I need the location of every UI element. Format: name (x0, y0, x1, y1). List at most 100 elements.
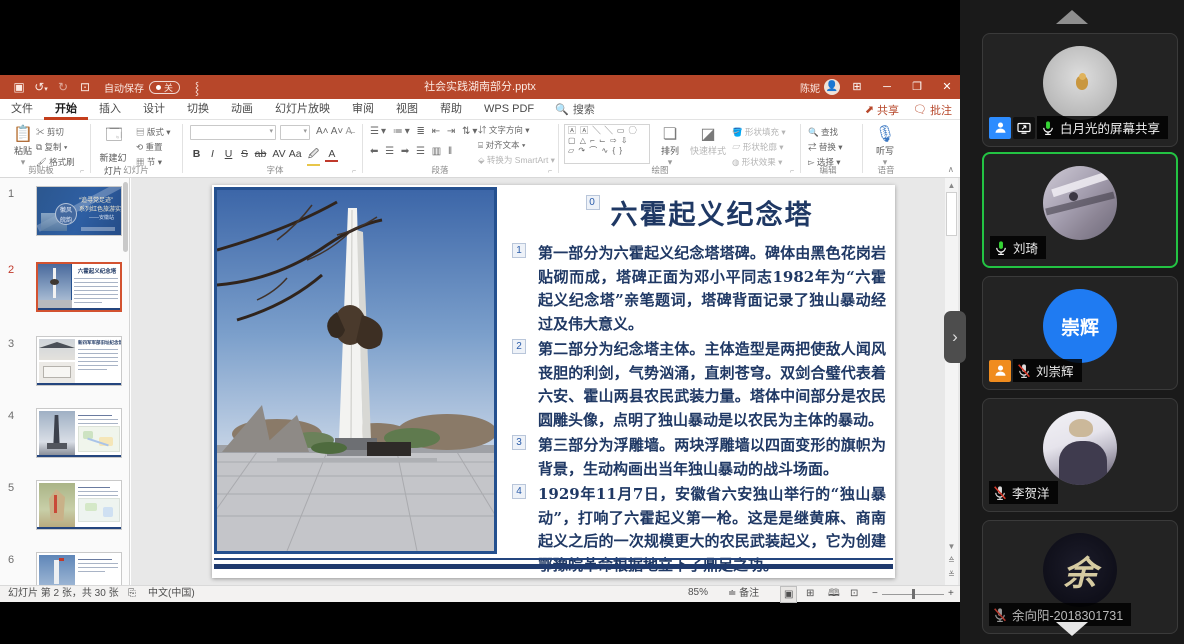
paragraph-dialog-launcher[interactable]: ⌐ (548, 168, 552, 175)
tab-transitions[interactable]: 切换 (176, 99, 220, 120)
share-icon: ⬈ (865, 103, 874, 116)
slide-counter: 幻灯片 第 2 张，共 30 张 (8, 586, 119, 603)
mic-muted-icon (1016, 363, 1032, 379)
scroll-down-icon[interactable]: ▼ (945, 542, 958, 551)
align-text-button[interactable]: ⌸ 对齐文本 ▾ (478, 139, 525, 151)
paste-button[interactable]: 📋 粘贴▾ (8, 124, 38, 168)
next-slide-icon[interactable]: ≚ (945, 570, 958, 579)
ribbon-tab-row: 文件 开始 插入 设计 切换 动画 幻灯片放映 审阅 视图 帮助 WPS PDF… (0, 99, 960, 120)
thumbnail-scrollbar[interactable] (123, 182, 128, 252)
dictate-button[interactable]: 🎙 听写▾ (870, 124, 900, 168)
zoom-out-icon[interactable]: − (872, 586, 878, 603)
slide-sorter-icon[interactable]: ⊞ (806, 586, 814, 603)
tab-animations[interactable]: 动画 (220, 99, 264, 120)
language-indicator[interactable]: 中文(中国) (148, 586, 195, 603)
reading-view-icon[interactable]: 🕮 (828, 586, 840, 603)
slideshow-view-icon[interactable]: ⊡ (850, 586, 858, 603)
sidebar-expand-chevron[interactable]: › (944, 311, 966, 363)
scroll-down-arrow-icon[interactable] (1056, 622, 1088, 636)
member-badge-icon (989, 360, 1011, 382)
participant-tile-screenshare[interactable]: 白月光的屏幕共享 (982, 33, 1178, 147)
find-button[interactable]: 🔍 查找 (808, 126, 838, 138)
thumbnail-slide-6[interactable] (36, 552, 122, 585)
participant-name: 李贺洋 (1012, 483, 1050, 502)
thumb1-circle: 徽风皖韵 (55, 203, 77, 225)
ribbon-display-icon[interactable]: ⊞ (844, 75, 870, 99)
close-icon[interactable]: ✕ (934, 75, 960, 99)
participant-tile-liuqi[interactable]: 刘琦 (982, 152, 1178, 268)
comments-button[interactable]: 🗨批注 (913, 102, 952, 118)
tab-wps-pdf[interactable]: WPS PDF (473, 99, 545, 120)
font-name-combo[interactable] (190, 125, 276, 140)
tab-help[interactable]: 帮助 (429, 99, 473, 120)
account-name[interactable]: 陈妮 (800, 80, 820, 95)
shape-fill-button[interactable]: 🪣 形状填充 ▾ (732, 126, 786, 138)
replace-button[interactable]: ⇄ 替换 ▾ (808, 141, 843, 153)
monument-photo-frame[interactable] (214, 187, 497, 554)
zoom-percent[interactable]: 85% (688, 585, 708, 602)
copy-button[interactable]: ⧉ 复制 ▾ (36, 141, 67, 153)
thumbnail-slide-5[interactable] (36, 480, 122, 530)
participant-tile-lheyang[interactable]: 李贺洋 (982, 398, 1178, 512)
notes-button[interactable]: ≐ 备注 (728, 586, 759, 603)
font-dialog-launcher[interactable]: ⌐ (352, 168, 356, 175)
thumbnail-slide-2-selected[interactable]: 六霍起义纪念塔 (36, 262, 122, 312)
animation-badge-2[interactable]: 2 (512, 339, 526, 354)
animation-badge-1[interactable]: 1 (512, 243, 526, 258)
maximize-icon[interactable]: ❐ (904, 75, 930, 99)
clipboard-dialog-launcher[interactable]: ⌐ (80, 168, 84, 175)
tab-design[interactable]: 设计 (132, 99, 176, 120)
slide-canvas[interactable]: 0 六霍起义纪念塔 1 第一部分为六霍起义纪念塔塔碑。碑体由黑色花岗岩贴砌而成，… (212, 185, 895, 578)
font-style-buttons[interactable]: BIUSab AVAa 🖉 A (190, 146, 341, 166)
animation-badge-4[interactable]: 4 (512, 484, 526, 499)
previous-slide-icon[interactable]: ≙ (945, 556, 958, 565)
thumbnail-slide-1[interactable]: 徽风皖韵 “追寻党足迹” 系列红色旅游实践 ——安徽站 (36, 186, 122, 236)
shape-outline-button[interactable]: ▱ 形状轮廓 ▾ (732, 141, 784, 153)
cut-button[interactable]: ✂ 剪切 (36, 126, 64, 138)
quick-styles-button[interactable]: ◪ 快速样式 (688, 124, 728, 157)
editor-vertical-scrollbar[interactable]: ▲ ▼ ≙ ≚ (945, 178, 958, 585)
alignment-buttons[interactable]: ⬅ ☰ ➡ ☰ ▥ ‖ (370, 146, 454, 157)
zoom-slider-thumb[interactable] (912, 589, 915, 599)
participant-name: 刘琦 (1013, 238, 1038, 257)
minimize-icon[interactable]: ─ (874, 75, 900, 99)
font-size-combo[interactable] (280, 125, 310, 140)
scrollbar-thumb[interactable] (946, 192, 957, 236)
scroll-up-arrow-icon[interactable] (1056, 10, 1088, 24)
tab-file[interactable]: 文件 (0, 99, 44, 120)
tab-review[interactable]: 审阅 (341, 99, 385, 120)
thumb2-photo (38, 264, 72, 310)
animation-badge-0[interactable]: 0 (586, 195, 600, 210)
slide-text-block[interactable]: 0 六霍起义纪念塔 1 第一部分为六霍起义纪念塔塔碑。碑体由黑色花岗岩贴砌而成，… (538, 193, 886, 579)
thumbnail-slide-3[interactable]: 新四军军部旧址纪念馆 (36, 336, 122, 386)
shape-effects-button[interactable]: ◍ 形状效果 ▾ (732, 156, 782, 168)
shapes-gallery[interactable]: 🄰 🄰 ╲ ╲ ▭ ◯ ▢ △ ⌐ ⌙ ⇨ ⇩ ▱ ↷ ⌒ ∿ { } (564, 124, 650, 164)
smartart-button[interactable]: ⬙ 转换为 SmartArt ▾ (478, 154, 555, 166)
reset-button[interactable]: ⟲ 重置 (136, 141, 163, 153)
drawing-dialog-launcher[interactable]: ⌐ (790, 168, 794, 175)
list-indent-buttons[interactable]: ☰▾ ≔▾ ≣ ⇤ ⇥ ⇅▾ (370, 126, 479, 137)
voice-group-label: 语音 (858, 164, 914, 176)
scroll-up-icon[interactable]: ▲ (945, 181, 958, 190)
normal-view-icon[interactable]: ▣ (780, 586, 797, 603)
thumbnail-slide-4[interactable] (36, 408, 122, 458)
account-avatar[interactable]: 👤 (824, 79, 840, 95)
collapse-ribbon-icon[interactable]: ∧ (948, 164, 954, 175)
zoom-in-icon[interactable]: + (948, 586, 954, 603)
tab-slideshow[interactable]: 幻灯片放映 (264, 99, 341, 120)
layout-button[interactable]: ▤ 版式 ▾ (136, 126, 171, 138)
grow-shrink-font-icons[interactable]: A˄ A˅ A̶ (316, 126, 352, 137)
tab-home[interactable]: 开始 (44, 99, 88, 120)
animation-badge-3[interactable]: 3 (512, 435, 526, 450)
text-direction-button[interactable]: ⇵ 文字方向 ▾ (478, 124, 530, 136)
search-box[interactable]: 🔍搜索 (545, 101, 605, 117)
tab-insert[interactable]: 插入 (88, 99, 132, 120)
tab-view[interactable]: 视图 (385, 99, 429, 120)
arrange-button[interactable]: ❏ 排列▾ (656, 124, 684, 168)
thumb3-text: 新四军军部旧址纪念馆 (78, 340, 120, 370)
share-button[interactable]: ⬈共享 (865, 102, 899, 118)
spellcheck-icon[interactable]: ⎘ (128, 586, 136, 603)
participant-tile-liuchonghui[interactable]: 崇辉 刘崇辉 (982, 276, 1178, 390)
participant-tile-yuxiangyang[interactable]: 余 余向阳-2018301731 (982, 520, 1178, 634)
thumb-number: 6 (8, 554, 14, 566)
